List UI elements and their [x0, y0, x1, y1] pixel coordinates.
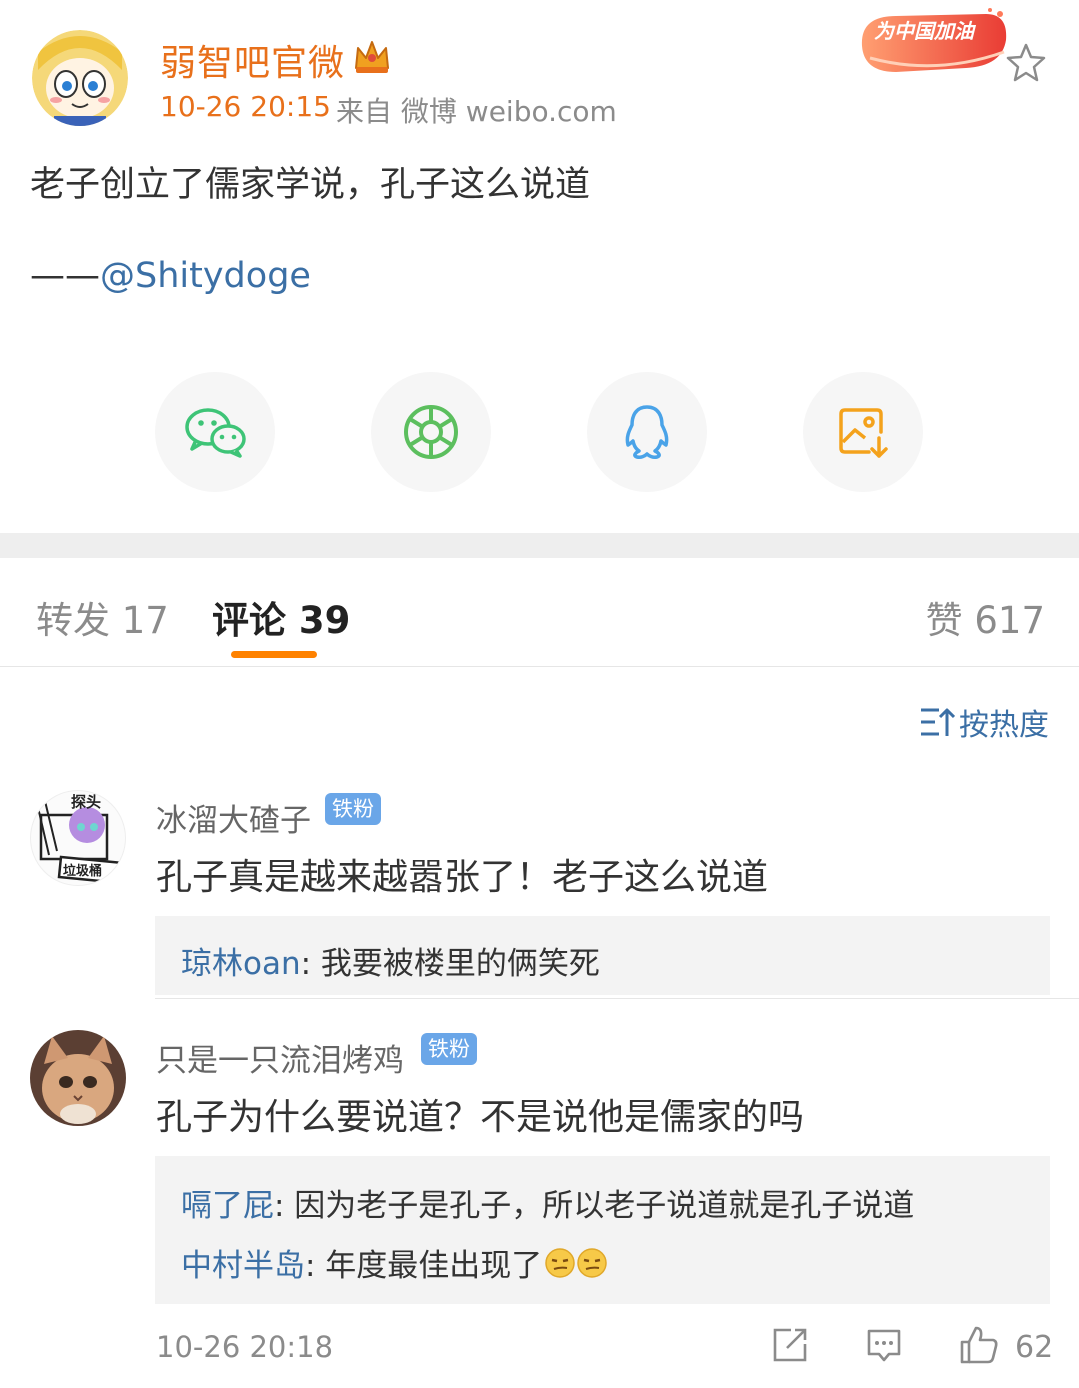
tab-comments[interactable]: 评论 39	[212, 590, 350, 644]
author-avatar[interactable]	[32, 30, 128, 126]
favorite-star-icon[interactable]	[1003, 40, 1049, 86]
reply-item: 琼林oan: 我要被楼里的俩笑死	[181, 938, 600, 983]
reply-username[interactable]: 中村半岛	[181, 1240, 305, 1285]
reply-box[interactable]: 嗝了屁: 因为老子是孔子，所以老子说道就是孔子说道 中村半岛: 年度最佳出现了	[155, 1156, 1050, 1304]
comment-username[interactable]: 冰溜大碴子	[156, 795, 311, 840]
comment-text: 孔子真是越来越嚣张了！老子这么说道	[156, 857, 769, 898]
share-moments-button[interactable]	[371, 372, 491, 492]
smirk-emoji-icon	[545, 1247, 576, 1278]
avatar-caption-top: 探头	[71, 793, 101, 811]
reply-username[interactable]: 嗝了屁	[181, 1188, 274, 1224]
tab-reposts[interactable]: 转发 17	[36, 590, 169, 644]
post-text: 老子创立了儒家学说，孔子这么说道	[30, 165, 591, 205]
like-count: 62	[1015, 1330, 1054, 1365]
avatar-caption-bottom: 垃圾桶	[63, 863, 102, 879]
repost-icon[interactable]	[771, 1326, 809, 1368]
sort-label: 按热度	[959, 708, 1049, 743]
moments-icon	[404, 405, 458, 459]
comment-separator	[155, 998, 1079, 999]
share-qq-button[interactable]	[587, 372, 707, 492]
tab-likes[interactable]: 赞 617	[926, 590, 1045, 644]
cheer-badge: 为中国加油	[856, 6, 1014, 78]
qq-icon	[625, 405, 669, 459]
section-divider	[0, 533, 1079, 558]
sort-by-heat-button[interactable]: 按热度	[919, 702, 1049, 743]
post-signature: ——@Shitydoge	[30, 256, 311, 296]
smirk-emoji-icon	[577, 1247, 608, 1278]
like-thumb-icon[interactable]	[958, 1324, 1000, 1370]
tab-divider	[0, 666, 1079, 667]
reply-text: : 因为老子是孔子，所以老子说道就是孔子说道	[274, 1188, 915, 1224]
comment-avatar[interactable]: 探头 垃圾桶	[30, 790, 126, 886]
comment-username[interactable]: 只是一只流泪烤鸡	[156, 1035, 404, 1080]
post-time: 10-26 20:15	[160, 90, 331, 123]
reply-item: 中村半岛: 年度最佳出现了	[181, 1240, 608, 1285]
comment-avatar[interactable]	[30, 1030, 126, 1126]
save-image-icon	[839, 408, 888, 458]
reply-text: : 年度最佳出现了	[305, 1248, 543, 1284]
save-image-button[interactable]	[803, 372, 923, 492]
reply-text: : 我要被楼里的俩笑死	[300, 946, 600, 982]
fan-badge: 铁粉	[421, 1033, 477, 1065]
fan-badge: 铁粉	[325, 793, 381, 825]
signature-dash: ——	[30, 256, 100, 296]
comment-icon[interactable]	[865, 1326, 903, 1368]
author-name[interactable]: 弱智吧官微	[160, 34, 345, 86]
reply-box[interactable]: 琼林oan: 我要被楼里的俩笑死	[155, 916, 1050, 995]
crown-icon	[352, 38, 392, 76]
mention-link[interactable]: @Shitydoge	[100, 256, 311, 296]
active-tab-indicator	[231, 651, 317, 658]
cheer-badge-label: 为中国加油	[874, 19, 977, 43]
wechat-icon	[185, 408, 246, 458]
reply-username[interactable]: 琼林oan	[181, 946, 301, 982]
share-wechat-button[interactable]	[155, 372, 275, 492]
comment-text: 孔子为什么要说道？不是说他是儒家的吗	[156, 1097, 805, 1138]
comment-time: 10-26 20:18	[156, 1330, 334, 1364]
reply-item: 嗝了屁: 因为老子是孔子，所以老子说道就是孔子说道	[181, 1180, 914, 1225]
post-source[interactable]: 来自 微博 weibo.com	[336, 90, 617, 130]
sort-icon	[921, 708, 955, 736]
